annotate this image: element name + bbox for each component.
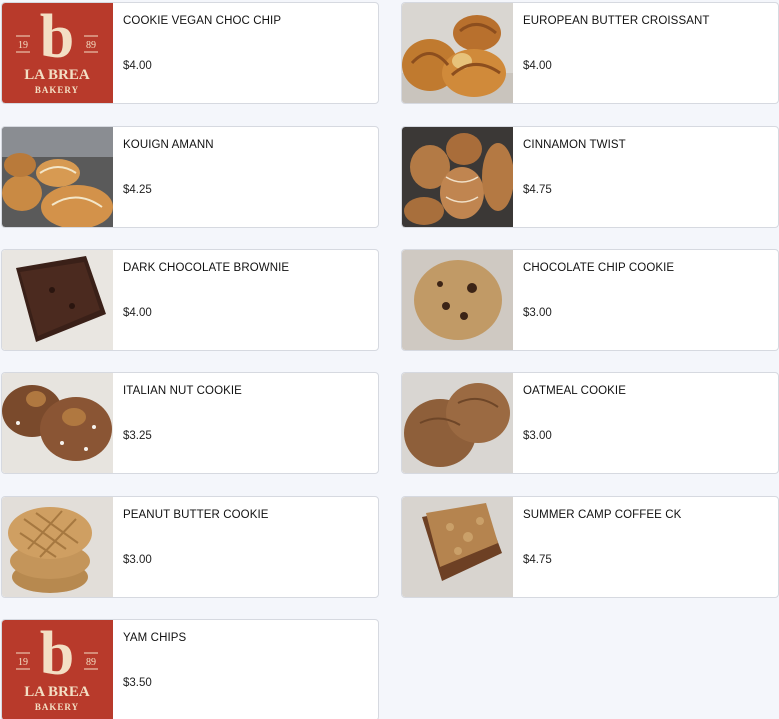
logo-letter: b	[40, 3, 74, 71]
menu-item-name: KOUIGN AMANN	[123, 139, 214, 151]
menu-item-card[interactable]: OATMEAL COOKIE $3.00	[401, 372, 779, 474]
menu-item-name: SUMMER CAMP COFFEE CK	[523, 509, 682, 521]
logo-year-left: 19	[18, 657, 28, 668]
menu-item-price: $4.00	[523, 60, 552, 72]
menu-item-price: $4.75	[523, 554, 552, 566]
menu-item-price: $4.25	[123, 184, 152, 196]
menu-item-card[interactable]: CINNAMON TWIST $4.75	[401, 126, 779, 228]
menu-item-name: ITALIAN NUT COOKIE	[123, 385, 242, 397]
menu-item-price: $4.00	[123, 307, 152, 319]
la-brea-bakery-logo-image: b 19 89 LA BREA BAKERY	[2, 3, 113, 103]
product-image-oatmeal	[402, 373, 513, 473]
product-image-peanut	[2, 497, 113, 597]
product-image-coffeecake	[402, 497, 513, 597]
menu-item-card[interactable]: CHOCOLATE CHIP COOKIE $3.00	[401, 249, 779, 351]
menu-item-card[interactable]: ITALIAN NUT COOKIE $3.25	[1, 372, 379, 474]
menu-item-name: OATMEAL COOKIE	[523, 385, 627, 397]
menu-item-name: DARK CHOCOLATE BROWNIE	[123, 262, 290, 274]
menu-item-name: PEANUT BUTTER COOKIE	[123, 509, 269, 521]
menu-item-card[interactable]: DARK CHOCOLATE BROWNIE $4.00	[1, 249, 379, 351]
menu-item-card[interactable]: PEANUT BUTTER COOKIE $3.00	[1, 496, 379, 598]
logo-brand-line2: BAKERY	[35, 702, 79, 712]
logo-year-left: 19	[18, 40, 28, 51]
product-image-brownie	[2, 250, 113, 350]
menu-item-card[interactable]: EUROPEAN BUTTER CROISSANT $4.00	[401, 2, 779, 104]
menu-item-name: EUROPEAN BUTTER CROISSANT	[523, 15, 710, 27]
logo-brand-line1: LA BREA	[24, 684, 90, 700]
menu-item-name: COOKIE VEGAN CHOC CHIP	[123, 15, 282, 27]
menu-item-price: $4.00	[123, 60, 152, 72]
menu-item-name: CINNAMON TWIST	[523, 139, 626, 151]
menu-grid: b 19 89 LA BREA BAKERY COOKIE VEGAN CHOC CHIP…	[0, 0, 779, 719]
menu-item-price: $3.25	[123, 430, 152, 442]
menu-item-price: $3.00	[523, 307, 552, 319]
logo-brand-line1: LA BREA	[24, 67, 90, 83]
product-image-italian	[2, 373, 113, 473]
menu-item-name: CHOCOLATE CHIP COOKIE	[523, 262, 675, 274]
product-image-kouign	[2, 127, 113, 227]
menu-item-price: $3.00	[123, 554, 152, 566]
logo-year-right: 89	[86, 657, 96, 668]
product-image-twist	[402, 127, 513, 227]
menu-item-price: $3.00	[523, 430, 552, 442]
menu-item-price: $3.50	[123, 677, 152, 689]
menu-item-price: $4.75	[523, 184, 552, 196]
menu-item-card[interactable]: b 19 89 LA BREA BAKERY YAM CHIPS $3.50	[1, 619, 379, 719]
logo-brand-line2: BAKERY	[35, 85, 79, 95]
product-image-chocchip	[402, 250, 513, 350]
menu-item-name: YAM CHIPS	[123, 632, 187, 644]
logo-letter: b	[40, 620, 74, 688]
menu-item-card[interactable]: SUMMER CAMP COFFEE CK $4.75	[401, 496, 779, 598]
la-brea-bakery-logo-image: b 19 89 LA BREA BAKERY	[2, 620, 113, 719]
menu-item-card[interactable]: KOUIGN AMANN $4.25	[1, 126, 379, 228]
logo-year-right: 89	[86, 40, 96, 51]
product-image-croissant	[402, 3, 513, 103]
menu-item-card[interactable]: b 19 89 LA BREA BAKERY COOKIE VEGAN CHOC CHIP…	[1, 2, 379, 104]
